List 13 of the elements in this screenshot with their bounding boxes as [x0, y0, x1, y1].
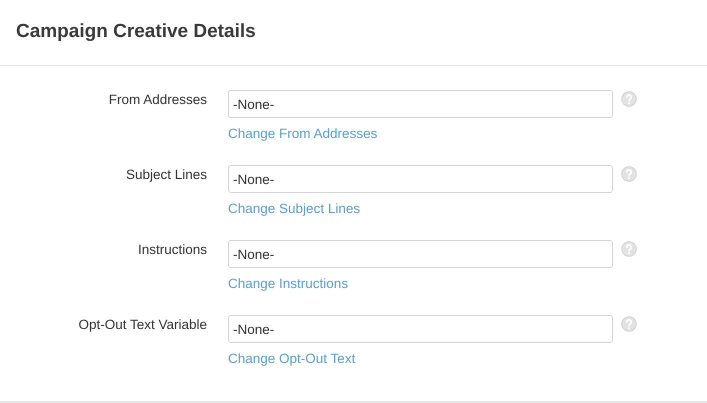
help-icon[interactable]	[621, 316, 637, 332]
field-label: From Addresses	[108, 91, 207, 109]
panel-title: Campaign Creative Details	[16, 20, 256, 44]
input-field[interactable]: -None-	[228, 165, 613, 193]
input-field[interactable]: -None-	[228, 90, 613, 118]
input-field[interactable]: -None-	[228, 315, 613, 343]
field-label: Instructions	[136, 241, 207, 259]
field-label: Subject Lines	[124, 166, 207, 184]
input-field[interactable]: -None-	[228, 240, 613, 268]
help-icon[interactable]	[621, 91, 637, 107]
help-icon[interactable]	[621, 241, 637, 257]
field-label: Opt-Out Text Variable	[77, 316, 207, 334]
help-icon[interactable]	[621, 166, 637, 182]
